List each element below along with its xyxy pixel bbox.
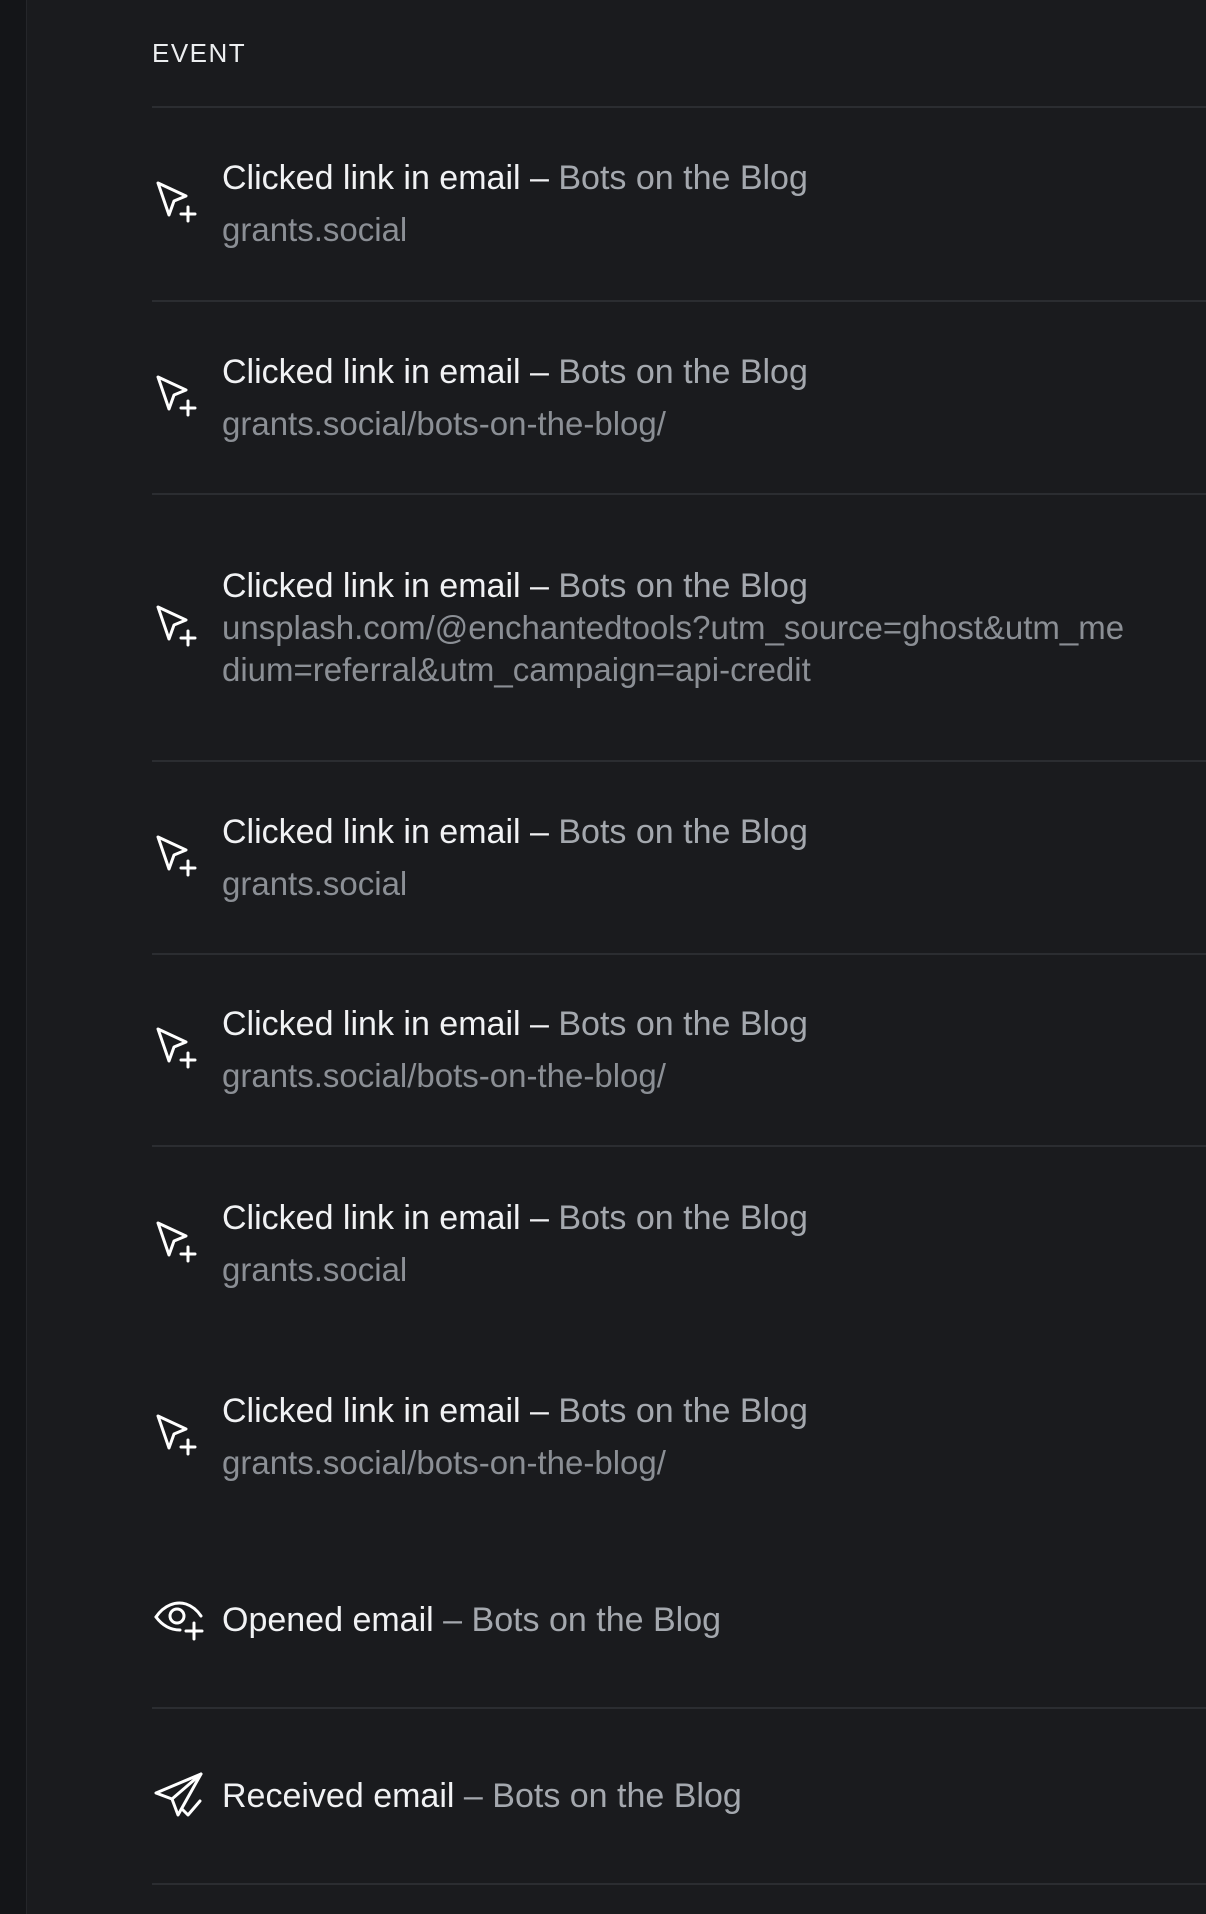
cursor-click-icon xyxy=(152,177,206,231)
separator-dash: – xyxy=(530,352,549,391)
cursor-click-icon xyxy=(152,1217,206,1271)
cursor-click-icon xyxy=(152,1410,206,1464)
event-text: Opened email – Bots on the Blog xyxy=(222,1599,1206,1641)
event-row[interactable]: Clicked link in email – Bots on the Blog… xyxy=(152,1147,1206,1340)
cursor-click-icon xyxy=(152,371,206,425)
event-text: Received email – Bots on the Blog xyxy=(222,1775,1206,1817)
event-action: Received email xyxy=(222,1777,455,1815)
event-row[interactable]: Opened email – Bots on the Blog xyxy=(152,1533,1206,1709)
event-text: Clicked link in email – Bots on the Blog… xyxy=(222,1390,1206,1484)
event-url-link[interactable]: grants.social/bots-on-the-blog/ xyxy=(222,403,1126,445)
event-action: Opened email xyxy=(222,1601,434,1639)
event-title: Clicked link in email – Bots on the Blog xyxy=(222,157,1126,199)
event-row[interactable]: Clicked link in email – Bots on the Blog… xyxy=(152,762,1206,955)
event-url-link[interactable]: grants.social xyxy=(222,209,1126,251)
event-text: Clicked link in email – Bots on the Blog… xyxy=(222,565,1206,691)
event-text: Clicked link in email – Bots on the Blog… xyxy=(222,351,1206,445)
left-sidebar-edge xyxy=(0,0,27,1914)
event-newsletter-link[interactable]: Bots on the Blog xyxy=(558,813,808,851)
event-text: Clicked link in email – Bots on the Blog… xyxy=(222,811,1206,905)
event-action: Clicked link in email xyxy=(222,812,521,851)
event-url-link[interactable]: grants.social/bots-on-the-blog/ xyxy=(222,1442,1126,1484)
event-url-link[interactable]: grants.social/bots-on-the-blog/ xyxy=(222,1055,1126,1097)
separator-dash: – xyxy=(530,1005,549,1043)
event-row[interactable]: Clicked link in email – Bots on the Blog… xyxy=(152,302,1206,495)
cursor-click-icon xyxy=(152,1023,206,1077)
separator-dash: – xyxy=(530,812,549,851)
event-newsletter-link[interactable]: Bots on the Blog xyxy=(472,1601,722,1639)
event-row[interactable]: Clicked link in email – Bots on the Blog… xyxy=(152,1340,1206,1533)
event-title: Clicked link in email – Bots on the Blog xyxy=(222,351,1126,393)
event-text: Clicked link in email – Bots on the Blog… xyxy=(222,1003,1206,1097)
event-text: Clicked link in email – Bots on the Blog… xyxy=(222,157,1206,251)
cursor-click-icon xyxy=(152,831,206,885)
cursor-click-icon xyxy=(152,601,206,655)
event-action: Clicked link in email xyxy=(222,352,521,391)
event-row[interactable]: Clicked link in email – Bots on the Blog… xyxy=(152,955,1206,1147)
separator-dash: – xyxy=(530,566,549,605)
column-header-event: EVENT xyxy=(152,0,1206,108)
event-newsletter-link[interactable]: Bots on the Blog xyxy=(558,353,808,391)
event-action: Clicked link in email xyxy=(222,1005,521,1043)
event-title: Opened email – Bots on the Blog xyxy=(222,1599,1126,1641)
event-row[interactable]: Clicked link in email – Bots on the Blog… xyxy=(152,108,1206,302)
event-url-link[interactable]: unsplash.com/@enchantedtools?utm_source=… xyxy=(222,607,1126,691)
send-check-icon xyxy=(152,1769,206,1823)
event-url-link[interactable]: grants.social xyxy=(222,1249,1126,1291)
event-newsletter-link[interactable]: Bots on the Blog xyxy=(558,1392,808,1430)
event-url-link[interactable]: grants.social xyxy=(222,863,1126,905)
event-row[interactable]: Received email – Bots on the Blog xyxy=(152,1709,1206,1885)
event-title: Clicked link in email – Bots on the Blog xyxy=(222,1197,1126,1239)
event-title: Clicked link in email – Bots on the Blog xyxy=(222,1390,1126,1432)
event-title: Clicked link in email – Bots on the Blog xyxy=(222,1003,1126,1045)
event-title: Received email – Bots on the Blog xyxy=(222,1775,1126,1817)
separator-dash: – xyxy=(443,1601,463,1639)
event-action: Clicked link in email xyxy=(222,566,521,605)
event-text: Clicked link in email – Bots on the Blog… xyxy=(222,1197,1206,1291)
event-action: Clicked link in email xyxy=(222,159,521,197)
separator-dash: – xyxy=(530,159,549,197)
event-newsletter-link[interactable]: Bots on the Blog xyxy=(558,1005,808,1043)
event-row[interactable]: Clicked link in email – Bots on the Blog… xyxy=(152,495,1206,762)
event-action: Clicked link in email xyxy=(222,1198,521,1237)
separator-dash: – xyxy=(463,1777,483,1815)
separator-dash: – xyxy=(530,1198,549,1237)
event-action: Clicked link in email xyxy=(222,1391,521,1430)
event-title: Clicked link in email – Bots on the Blog xyxy=(222,565,1126,607)
event-newsletter-link[interactable]: Bots on the Blog xyxy=(492,1777,742,1815)
event-newsletter-link[interactable]: Bots on the Blog xyxy=(558,159,808,197)
member-activity-table: EVENT Clicked link in email – Bots on th… xyxy=(152,0,1206,1885)
event-newsletter-link[interactable]: Bots on the Blog xyxy=(558,567,808,605)
eye-plus-icon xyxy=(152,1593,206,1647)
event-title: Clicked link in email – Bots on the Blog xyxy=(222,811,1126,853)
event-newsletter-link[interactable]: Bots on the Blog xyxy=(558,1199,808,1237)
separator-dash: – xyxy=(530,1391,549,1430)
